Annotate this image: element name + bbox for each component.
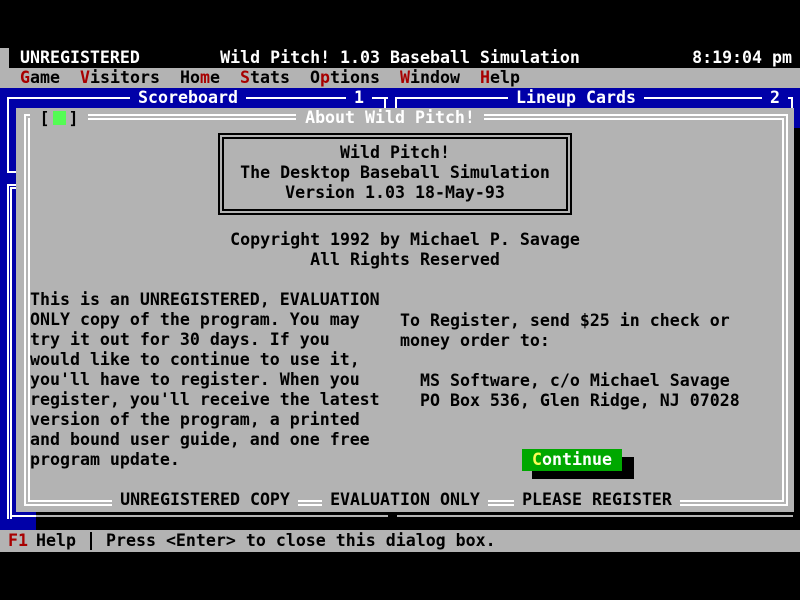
footer-label-evaluation: EVALUATION ONLY: [322, 490, 488, 510]
clock: 8:19:04 pm: [692, 48, 792, 68]
window-bottom-border-left: [10, 515, 388, 517]
continue-button[interactable]: Continue: [522, 449, 622, 471]
about-dialog: [ ] About Wild Pitch! Wild Pitch! The De…: [16, 108, 794, 512]
footer-label-register: PLEASE REGISTER: [514, 490, 680, 510]
status-message: Press <Enter> to close this dialog box.: [106, 531, 496, 551]
menu-item-home[interactable]: Home: [180, 68, 220, 88]
window-title-scoreboard[interactable]: Scoreboard: [130, 88, 246, 108]
menu-item-stats[interactable]: Stats: [240, 68, 290, 88]
copyright-text: Copyright 1992 by Michael P. Savage All …: [16, 230, 794, 270]
menu-item-options[interactable]: Options: [310, 68, 380, 88]
menu-item-window[interactable]: Window: [400, 68, 460, 88]
window-number-lineup: 2: [762, 88, 788, 108]
dialog-shadow-right: [794, 128, 800, 530]
title-bar: UNREGISTERED Wild Pitch! 1.03 Baseball S…: [0, 48, 800, 68]
menu-item-visitors[interactable]: Visitors: [80, 68, 160, 88]
lineup-frame-corner-left: [395, 99, 397, 108]
version-box: Wild Pitch! The Desktop Baseball Simulat…: [218, 133, 572, 215]
menu-item-help[interactable]: Help: [480, 68, 520, 88]
f1-key-label[interactable]: F1: [8, 531, 28, 551]
dialog-title: About Wild Pitch!: [296, 108, 484, 128]
register-howto-text: To Register, send $25 in check or money …: [400, 311, 730, 351]
app-title: Wild Pitch! 1.03 Baseball Simulation: [0, 48, 800, 68]
register-info-text: This is an UNREGISTERED, EVALUATION ONLY…: [30, 290, 380, 470]
footer-label-unregistered: UNREGISTERED COPY: [112, 490, 298, 510]
f1-help-label[interactable]: Help: [36, 531, 76, 551]
scoreboard-frame-corner: [384, 97, 386, 108]
menu-item-game[interactable]: Game: [20, 68, 60, 88]
status-bar: F1 Help Press <Enter> to close this dial…: [0, 530, 800, 552]
register-address-text: MS Software, c/o Michael Savage PO Box 5…: [420, 371, 740, 411]
menu-bar: Game Visitors Home Stats Options Window …: [0, 68, 800, 88]
close-bracket-left: [: [40, 109, 50, 128]
dos-screen: UNREGISTERED Wild Pitch! 1.03 Baseball S…: [0, 0, 800, 600]
window-number-scoreboard: 1: [346, 88, 372, 108]
status-divider: [90, 532, 92, 550]
close-icon: [53, 111, 66, 125]
window-bottom-border-right: [397, 515, 793, 517]
window-title-lineup[interactable]: Lineup Cards: [508, 88, 644, 108]
scoreboard-frame-left: [7, 97, 9, 173]
close-bracket-right: ]: [69, 109, 79, 128]
window-bottom-border-stub: [10, 515, 36, 517]
close-button[interactable]: [ ]: [30, 108, 88, 128]
